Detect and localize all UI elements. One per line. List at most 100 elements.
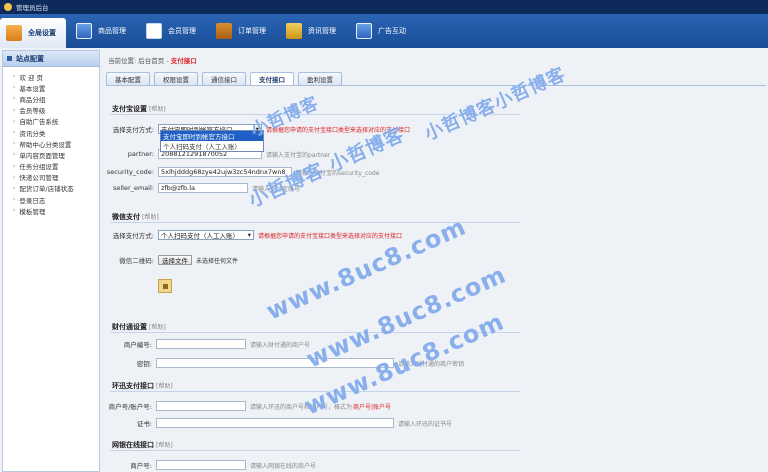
order-icon: [216, 23, 232, 39]
field-hint: 请输入财付通的商户密钥: [398, 360, 465, 368]
section-title-text: 支付宝设置: [112, 105, 147, 113]
title-bar: 管理员后台: [0, 0, 768, 14]
sidebar-item[interactable]: › 会员等级: [3, 105, 99, 116]
dropdown-option[interactable]: 支付宝即时到帐官方接口: [161, 131, 263, 141]
field-hint-format: 商户号|账户号: [353, 403, 392, 411]
security-code-input[interactable]: 5xlhjdddg68zye42ujw3zc54ndnx7wn8: [158, 167, 292, 177]
divider: [110, 222, 520, 223]
wechat-section-title: 微信支付 [帮助]: [112, 212, 159, 222]
app-title: 管理员后台: [16, 4, 49, 12]
news-icon: [286, 23, 302, 39]
huanxun-cert-row: 证书: 请输入环迅的证书号: [106, 417, 526, 429]
chinabank-account-row: 商户号: 请输入网银在线的商户号: [106, 459, 526, 471]
sidebar-item[interactable]: › 快递公司管理: [3, 172, 99, 183]
nav-tab-ads[interactable]: 广告互动: [350, 18, 416, 44]
sidebar-item[interactable]: › 配货订单/店铺状态: [3, 183, 99, 194]
field-label: 密钥:: [136, 360, 152, 368]
chevron-right-icon: ›: [13, 173, 16, 181]
section-title-text: 网银在线接口: [112, 441, 154, 449]
field-hint: 请输入环迅的证书号: [398, 420, 453, 428]
breadcrumb-current: 支付接口: [170, 57, 197, 65]
chinabank-section-title: 网银在线接口 [帮助]: [112, 440, 173, 450]
nav-label: 订单管理: [238, 27, 266, 35]
help-link[interactable]: [帮助]: [156, 442, 173, 449]
sidebar-header: 站点配置: [3, 51, 99, 67]
help-link[interactable]: [帮助]: [156, 383, 173, 390]
tab-payment[interactable]: 支付接口: [250, 72, 294, 85]
goods-icon: [76, 23, 92, 39]
nav-tab-goods[interactable]: 商品管理: [70, 18, 136, 44]
select-value: 个人扫码支付（人工入账）: [161, 232, 239, 240]
section-title-text: 环迅支付接口: [112, 382, 154, 390]
sidebar-item[interactable]: › 登录日志: [3, 194, 99, 205]
field-hint: 请输入支付宝账号: [252, 185, 301, 193]
field-hint: 请输入网银在线的商户号: [250, 462, 317, 470]
sidebar-item[interactable]: › 任务分组设置: [3, 161, 99, 172]
choose-file-button[interactable]: 选择文件: [158, 255, 192, 265]
nav-label: 全局设置: [28, 29, 56, 37]
logo-icon: [4, 3, 12, 11]
chevron-right-icon: ›: [13, 162, 16, 170]
tab-communication[interactable]: 通信接口: [202, 72, 246, 85]
tab-profit[interactable]: 盈利设置: [298, 72, 342, 85]
sidebar-item[interactable]: › 模板管理: [3, 205, 99, 216]
sidebar-item[interactable]: › 帮助中心分类设置: [3, 138, 99, 149]
sidebar-item[interactable]: › 单内容页面管理: [3, 149, 99, 160]
alipay-method-dropdown: 支付宝即时到帐官方接口 个人扫码支付（人工入账）: [160, 130, 264, 152]
nav-tab-global-settings[interactable]: 全局设置: [0, 18, 66, 48]
sidebar-item[interactable]: › 欢 迎 页: [3, 71, 99, 82]
nav-tab-news[interactable]: 资讯管理: [280, 18, 346, 44]
chevron-right-icon: ›: [13, 95, 16, 103]
field-label: seller_email:: [112, 184, 154, 192]
sidebar-item-label: 任务分组设置: [19, 163, 59, 172]
file-status: 未选择任何文件: [196, 257, 239, 265]
main-nav: 全局设置 商品管理 会员管理 订单管理 资讯管理 广告互动: [0, 14, 768, 48]
dropdown-arrow-icon: ▾: [247, 231, 251, 239]
huanxun-cert-input[interactable]: [156, 418, 394, 428]
sidebar-item[interactable]: › 自助广告系统: [3, 116, 99, 127]
nav-label: 会员管理: [168, 27, 196, 35]
field-label: 商户号/账户号:: [108, 403, 152, 411]
divider: [110, 114, 520, 115]
breadcrumb-home[interactable]: 后台首页: [138, 57, 164, 65]
field-label: 商户号:: [130, 462, 152, 470]
divider: [110, 332, 520, 333]
dropdown-option[interactable]: 个人扫码支付（人工入账）: [161, 141, 263, 151]
seller-email-input[interactable]: zfb@zfb.la: [158, 183, 248, 193]
settings-icon: [6, 25, 22, 41]
tenpay-key-input[interactable]: [156, 358, 394, 368]
help-link[interactable]: [帮助]: [142, 214, 159, 221]
sidebar-item-label: 自助广告系统: [19, 118, 59, 127]
help-link[interactable]: [帮助]: [149, 324, 166, 331]
nav-label: 商品管理: [98, 27, 126, 35]
tab-basic-config[interactable]: 基本配置: [106, 72, 150, 85]
sidebar-item[interactable]: › 基本设置: [3, 82, 99, 93]
tab-permissions[interactable]: 权限设置: [154, 72, 198, 85]
sidebar-item[interactable]: › 资讯分类: [3, 127, 99, 138]
field-label: 选择支付方式:: [112, 232, 154, 240]
breadcrumb-prefix: 当前位置:: [108, 57, 137, 65]
sidebar-item[interactable]: › 商品分组: [3, 93, 99, 104]
sidebar-item-label: 欢 迎 页: [19, 73, 44, 82]
sidebar-item-label: 模板管理: [19, 207, 46, 216]
sidebar: 站点配置 › 欢 迎 页 › 基本设置 › 商品分组 › 会员等级 › 自助广告系统 › 资…: [2, 50, 100, 472]
huanxun-account-input[interactable]: [156, 401, 246, 411]
field-hint: 请输入环迅的商户号和账户号，格式为: [250, 403, 353, 411]
header-dot-icon: [7, 56, 12, 61]
member-icon: [146, 23, 162, 39]
sidebar-item-label: 配货订单/店铺状态: [19, 185, 74, 194]
wechat-method-select[interactable]: 个人扫码支付（人工入账） ▾: [158, 230, 254, 240]
nav-tab-members[interactable]: 会员管理: [140, 18, 206, 44]
sidebar-item-label: 资讯分类: [19, 129, 46, 138]
chevron-right-icon: ›: [13, 106, 16, 114]
help-link[interactable]: [帮助]: [149, 106, 166, 113]
chinabank-account-input[interactable]: [156, 460, 246, 470]
section-title-text: 财付通设置: [112, 323, 147, 331]
nav-label: 广告互动: [378, 27, 406, 35]
chevron-right-icon: ›: [13, 84, 16, 92]
tenpay-account-input[interactable]: [156, 339, 246, 349]
ad-icon: [356, 23, 372, 39]
nav-tab-orders[interactable]: 订单管理: [210, 18, 276, 44]
settings-tabs: 基本配置 权限设置 通信接口 支付接口 盈利设置: [106, 72, 766, 86]
field-label: security_code:: [106, 168, 154, 176]
